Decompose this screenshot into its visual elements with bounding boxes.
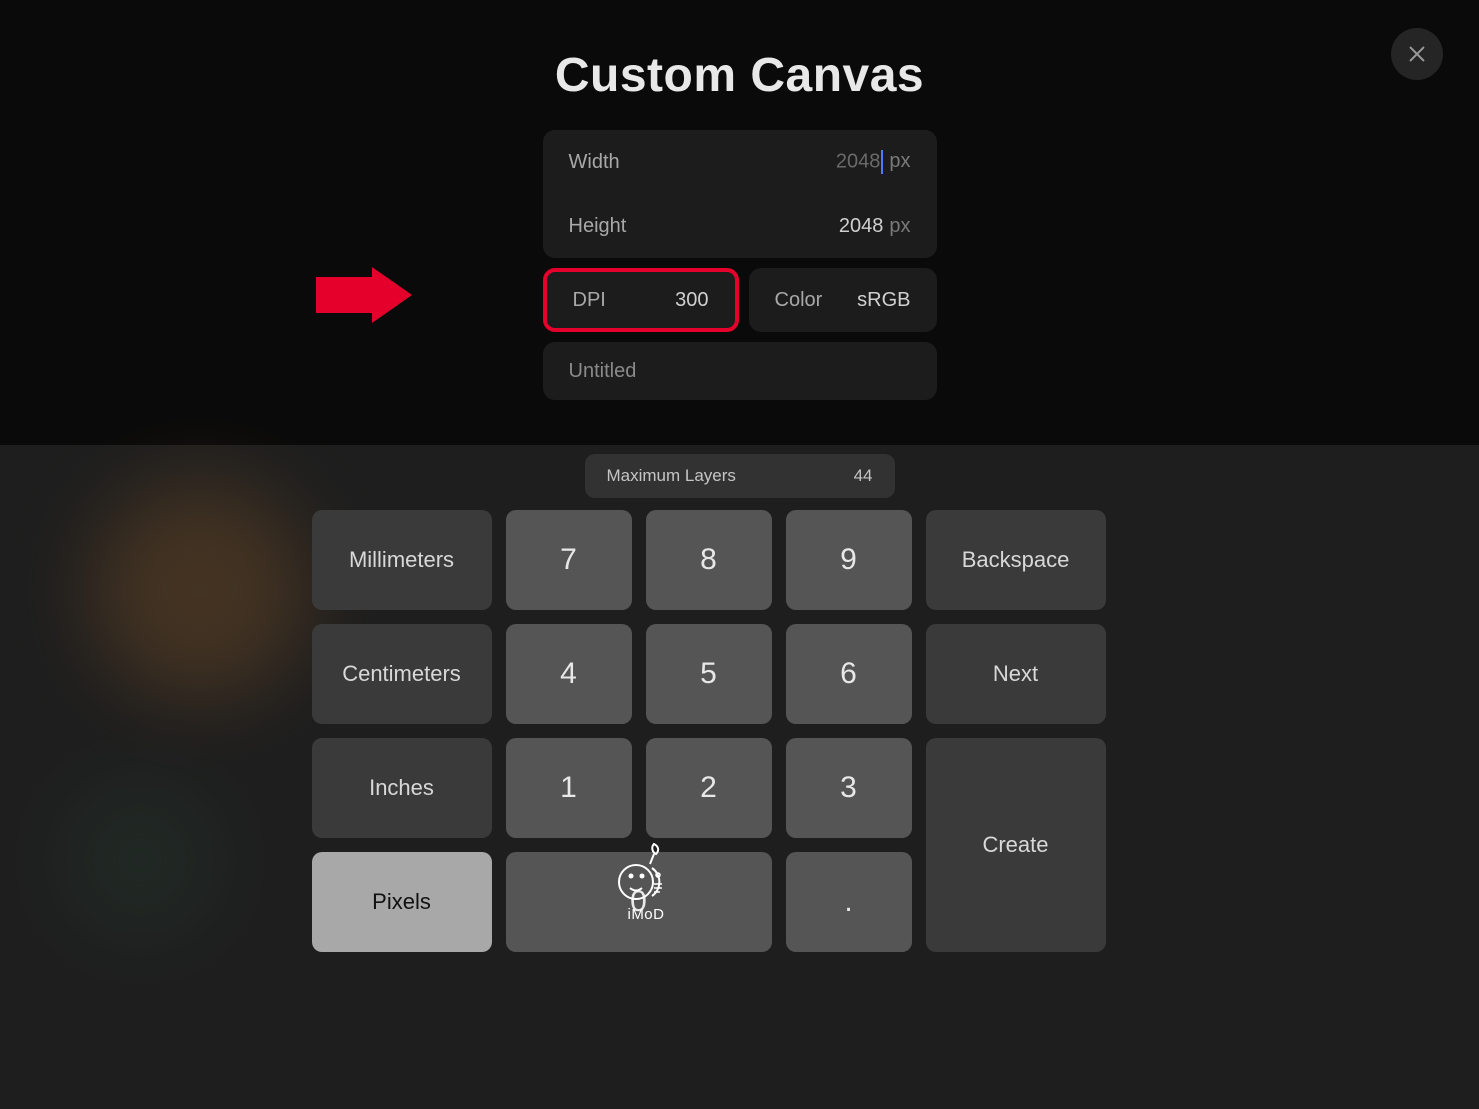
height-label: Height [569, 215, 627, 238]
height-value: 2048 [839, 215, 884, 237]
width-field[interactable]: Width 2048 px [543, 130, 937, 194]
canvas-fields: Width 2048px Height 2048px DPI 300 Color… [543, 130, 937, 400]
numkey-5[interactable]: 5 [646, 624, 772, 724]
blur-artifact [90, 480, 310, 700]
unit-pixels-button[interactable]: Pixels [312, 852, 492, 952]
text-caret [881, 150, 883, 174]
width-value: 2048 [836, 150, 881, 172]
numkey-dot[interactable]: . [786, 852, 912, 952]
keypad: Millimeters 7 8 9 Backspace Centimeters … [312, 510, 1168, 952]
numkey-6[interactable]: 6 [786, 624, 912, 724]
height-field[interactable]: Height 2048px [543, 194, 937, 258]
numkey-7[interactable]: 7 [506, 510, 632, 610]
dialog-title: Custom Canvas [0, 48, 1479, 103]
width-label: Width [569, 151, 620, 174]
unit-inches-button[interactable]: Inches [312, 738, 492, 838]
maximum-layers-value: 44 [854, 466, 873, 486]
dpi-field[interactable]: DPI 300 [543, 268, 739, 332]
height-value-wrap: 2048px [839, 215, 911, 238]
color-value: sRGB [857, 289, 910, 312]
unit-centimeters-button[interactable]: Centimeters [312, 624, 492, 724]
color-label: Color [775, 289, 823, 312]
numkey-3[interactable]: 3 [786, 738, 912, 838]
width-unit: px [889, 150, 910, 172]
dpi-color-row: DPI 300 Color sRGB [543, 268, 937, 332]
blur-artifact [60, 780, 220, 940]
color-field[interactable]: Color sRGB [749, 268, 937, 332]
dimensions-card: Width 2048px Height 2048px [543, 130, 937, 258]
backspace-button[interactable]: Backspace [926, 510, 1106, 610]
numkey-8[interactable]: 8 [646, 510, 772, 610]
numkey-1[interactable]: 1 [506, 738, 632, 838]
create-button[interactable]: Create [926, 738, 1106, 952]
numkey-9[interactable]: 9 [786, 510, 912, 610]
dpi-value: 300 [675, 289, 708, 312]
next-button[interactable]: Next [926, 624, 1106, 724]
numkey-0[interactable]: 0 [506, 852, 772, 952]
numkey-4[interactable]: 4 [506, 624, 632, 724]
canvas-name-placeholder: Untitled [569, 360, 637, 383]
width-value-wrap: 2048 px [836, 150, 911, 174]
maximum-layers-label: Maximum Layers [607, 466, 736, 486]
maximum-layers-readout: Maximum Layers 44 [585, 454, 895, 498]
height-unit: px [889, 215, 910, 237]
unit-millimeters-button[interactable]: Millimeters [312, 510, 492, 610]
numkey-2[interactable]: 2 [646, 738, 772, 838]
canvas-name-input[interactable]: Untitled [543, 342, 937, 400]
dpi-label: DPI [573, 289, 606, 312]
